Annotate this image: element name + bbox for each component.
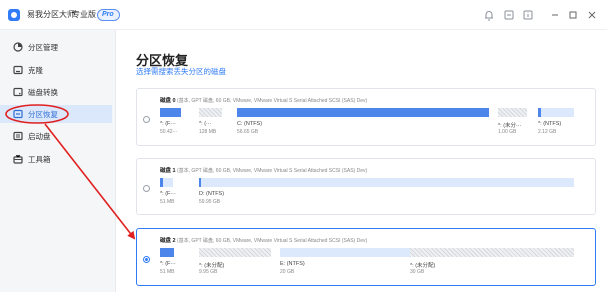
sidebar-item-label: 工具箱	[28, 155, 51, 164]
pro-badge: Pro	[97, 9, 120, 21]
partition-size: 1.00 GB	[498, 129, 517, 135]
maximize-icon[interactable]	[566, 8, 580, 22]
sidebar: 分区管理 克隆 磁盘转换 分区恢复 启动盘 工具箱	[0, 30, 116, 292]
disk-convert-icon	[13, 87, 23, 97]
partition-size: 59.95 GB	[199, 199, 221, 205]
disk-name: 磁盘 0	[160, 98, 176, 104]
disk-radio[interactable]	[143, 256, 150, 263]
boot-disk-icon	[13, 131, 23, 141]
minimize-icon[interactable]	[548, 8, 562, 22]
partition-size: 56.65 GB	[237, 129, 259, 135]
disk-name: 磁盘 1	[160, 168, 176, 174]
partition-size: 50.42⋯	[160, 129, 178, 135]
sidebar-item-partition-recovery[interactable]: 分区恢复	[0, 105, 112, 123]
sidebar-item-partition-manager[interactable]: 分区管理	[0, 38, 112, 56]
partition-label: *: (⋯	[199, 121, 212, 127]
app-title: 易我分区大师	[27, 10, 75, 19]
toolbox-icon	[13, 155, 23, 164]
partition-size: 30 GB	[410, 269, 425, 275]
partition-size: 51 MB	[160, 269, 175, 275]
sidebar-item-clone[interactable]: 克隆	[0, 61, 112, 79]
sidebar-item-label: 启动盘	[28, 132, 51, 141]
main-content: 分区恢复 选择需搜索丢失分区的磁盘 磁盘 0 (基本, GPT 磁盘, 60 G…	[117, 30, 607, 292]
sidebar-item-label: 分区管理	[28, 43, 58, 52]
partition-label: C: (NTFS)	[237, 121, 263, 127]
partition-bar[interactable]	[199, 248, 271, 257]
disk-details: (基本, GPT 磁盘, 60 GB, VMware, VMware Virtu…	[176, 238, 368, 244]
feedback-icon[interactable]	[502, 8, 516, 22]
partition-bar[interactable]	[541, 108, 574, 117]
partition-label: E: (NTFS)	[280, 261, 305, 267]
partition-bar[interactable]	[199, 108, 222, 117]
partition-size: 9.95 GB	[199, 269, 218, 275]
disk-radio[interactable]	[143, 116, 150, 123]
partition-size: 2.12 GB	[538, 129, 557, 135]
partition-bar[interactable]	[160, 248, 174, 257]
page-subtitle: 选择需搜索丢失分区的磁盘	[136, 67, 226, 76]
partition-bar[interactable]	[160, 108, 181, 117]
app-logo-icon	[8, 9, 20, 21]
partition-size: 128 MB	[199, 129, 217, 135]
partition-bar[interactable]	[201, 178, 574, 187]
partition-label: *: (F⋯	[160, 261, 176, 267]
partition-label: *: (F⋯	[160, 191, 176, 197]
partition-size: 20 GB	[280, 269, 295, 275]
disk-info: 磁盘 2 (基本, GPT 磁盘, 60 GB, VMware, VMware …	[160, 236, 367, 244]
partition-recovery-icon	[13, 109, 23, 119]
partition-bar[interactable]	[163, 178, 173, 187]
partition-bar[interactable]	[498, 108, 527, 117]
disk-details: (基本, GPT 磁盘, 60 GB, VMware, VMware Virtu…	[176, 98, 368, 104]
disk-name: 磁盘 2	[160, 238, 176, 244]
sidebar-item-label: 磁盘转换	[28, 88, 58, 97]
disk-radio[interactable]	[143, 185, 150, 192]
edition-label: 专业版	[72, 10, 96, 19]
sidebar-item-toolbox[interactable]: 工具箱	[0, 150, 112, 168]
disk-info: 磁盘 1 (基本, GPT 磁盘, 60 GB, VMware, VMware …	[160, 166, 367, 174]
partition-bar[interactable]	[237, 108, 489, 117]
disk-card-2[interactable]: 磁盘 2 (基本, GPT 磁盘, 60 GB, VMware, VMware …	[136, 228, 596, 286]
disk-details: (基本, GPT 磁盘, 60 GB, VMware, VMware Virtu…	[176, 168, 368, 174]
partition-label: *: (NTFS)	[538, 121, 562, 127]
close-icon[interactable]	[585, 8, 599, 22]
bell-icon[interactable]	[482, 8, 496, 22]
disk-card-0[interactable]: 磁盘 0 (基本, GPT 磁盘, 60 GB, VMware, VMware …	[136, 88, 596, 146]
disk-info: 磁盘 0 (基本, GPT 磁盘, 60 GB, VMware, VMware …	[160, 96, 367, 104]
partition-label: *: (未分⋯	[498, 123, 522, 129]
sidebar-item-label: 分区恢复	[28, 110, 58, 119]
partition-size: 51 MB	[160, 199, 175, 205]
partition-bar[interactable]	[410, 248, 574, 257]
disk-card-1[interactable]: 磁盘 1 (基本, GPT 磁盘, 60 GB, VMware, VMware …	[136, 158, 596, 215]
partition-label: D: (NTFS)	[199, 191, 225, 197]
partition-bar[interactable]	[280, 248, 410, 257]
info-icon[interactable]	[521, 8, 535, 22]
partition-label: *: (未分配)	[199, 263, 225, 269]
pie-chart-icon	[13, 42, 23, 52]
sidebar-item-label: 克隆	[28, 66, 43, 75]
partition-label: *: (F⋯	[160, 121, 176, 127]
title-bar: 易我分区大师 专业版 Pro	[0, 0, 607, 30]
clone-icon	[13, 65, 23, 75]
partition-label: *: (未分配)	[410, 263, 436, 269]
sidebar-item-disk-convert[interactable]: 磁盘转换	[0, 83, 112, 101]
sidebar-item-boot-disk[interactable]: 启动盘	[0, 127, 112, 145]
